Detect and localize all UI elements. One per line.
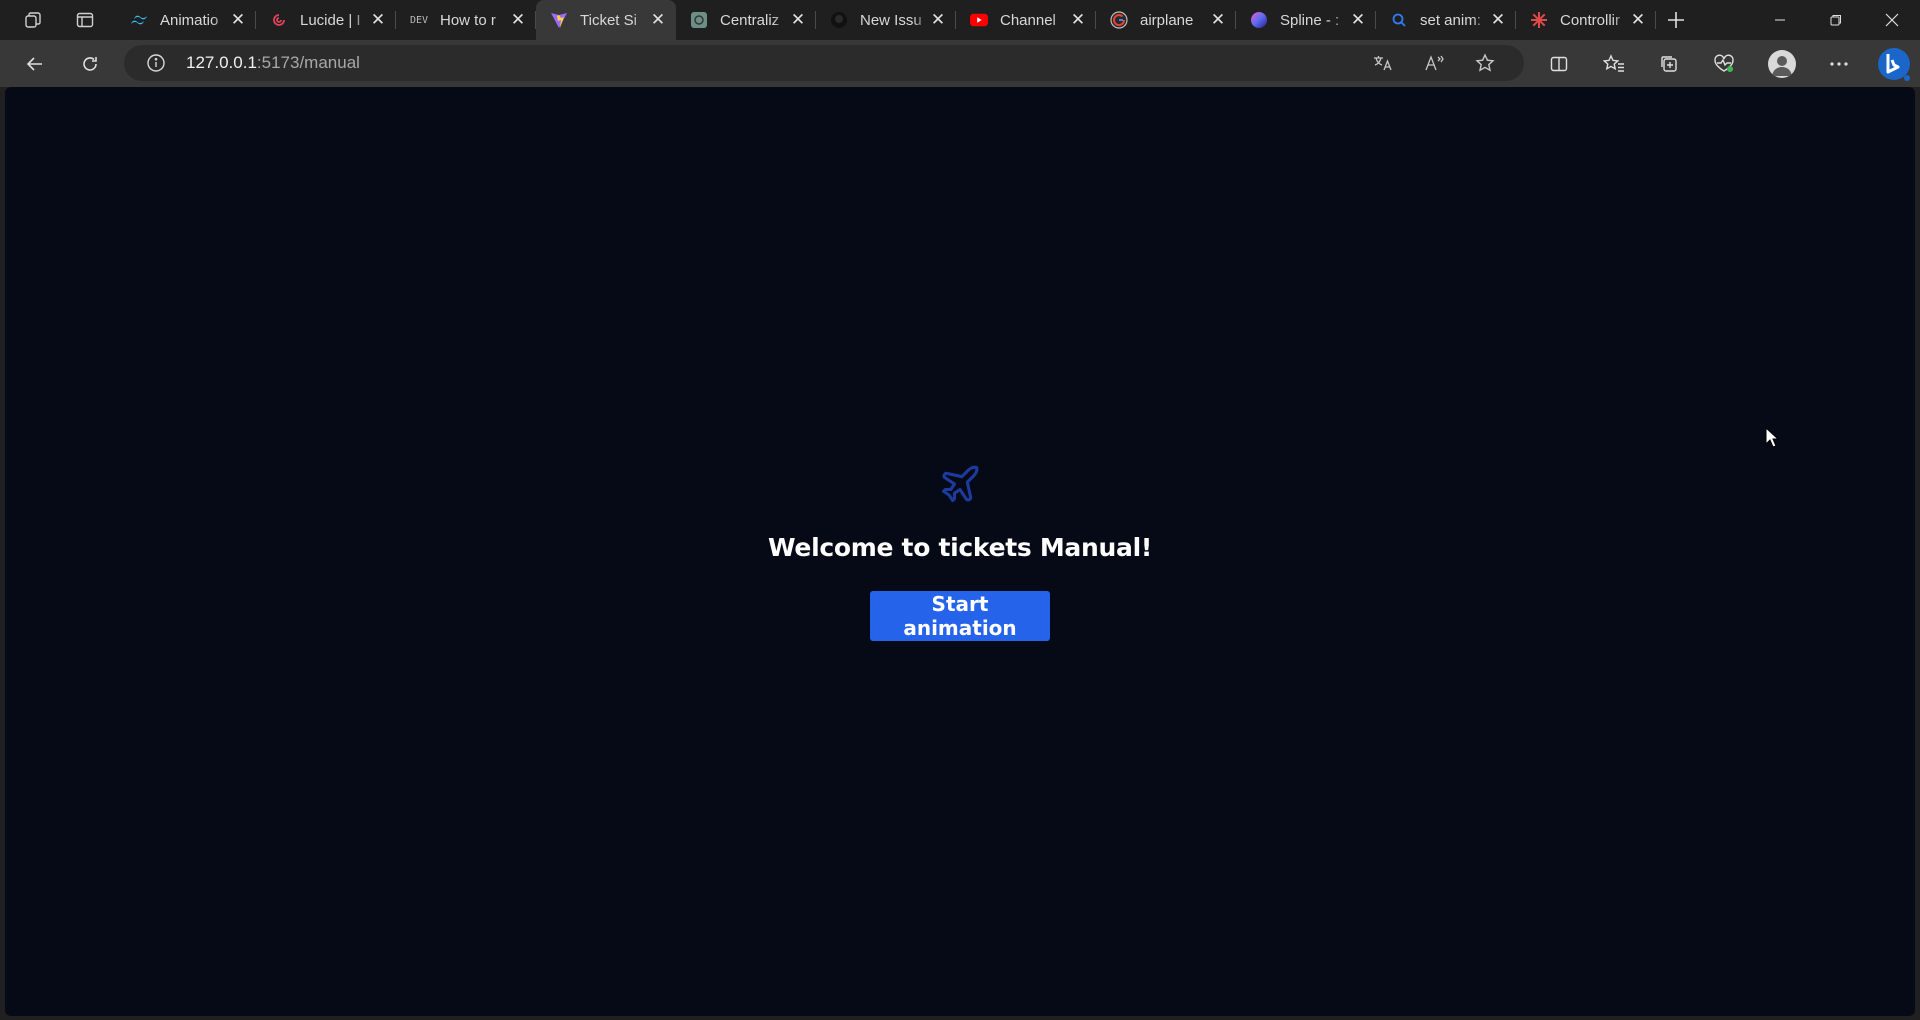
tab-dev[interactable]: DEV How to r ✕ — [396, 0, 536, 40]
tab-title: Controllir — [1560, 11, 1621, 29]
tab-title: set anim: — [1420, 11, 1481, 29]
read-aloud-icon[interactable] — [1419, 49, 1449, 77]
page-title: Welcome to tickets Manual! — [768, 533, 1152, 562]
url-text[interactable]: 127.0.0.1:5173/manual — [186, 53, 360, 73]
bing-copilot-icon[interactable] — [1874, 44, 1914, 84]
tab-list: Animatio ✕ Lucide | I ✕ DEV How to r ✕ T… — [116, 0, 1656, 40]
url-host: 127.0.0.1 — [186, 53, 257, 72]
tab-title: airplane — [1140, 11, 1194, 29]
browser-toolbar: 127.0.0.1:5173/manual — [0, 40, 1920, 87]
close-tab-icon[interactable]: ✕ — [370, 10, 386, 30]
close-tab-icon[interactable]: ✕ — [790, 10, 806, 30]
split-screen-icon[interactable] — [1541, 47, 1577, 81]
browser-tab-strip: Animatio ✕ Lucide | I ✕ DEV How to r ✕ T… — [0, 0, 1920, 40]
url-path: :5173/manual — [256, 53, 360, 72]
browser-essentials-icon[interactable] — [1706, 47, 1742, 81]
close-tab-icon[interactable]: ✕ — [650, 10, 666, 30]
vite-icon — [550, 11, 568, 29]
profile-avatar[interactable] — [1768, 50, 1796, 78]
tab-animation[interactable]: Animatio ✕ — [116, 0, 256, 40]
favorite-star-icon[interactable] — [1470, 49, 1500, 77]
close-window-icon[interactable] — [1864, 0, 1920, 40]
dev-icon: DEV — [409, 14, 429, 26]
restore-icon[interactable] — [1808, 0, 1864, 40]
openai-icon — [690, 11, 708, 29]
close-tab-icon[interactable]: ✕ — [1070, 10, 1086, 30]
google-icon — [1110, 11, 1128, 29]
translate-icon[interactable] — [1368, 49, 1398, 77]
close-tab-icon[interactable]: ✕ — [1630, 10, 1646, 30]
asterisk-icon — [1530, 11, 1548, 29]
tab-controlling[interactable]: Controllir ✕ — [1516, 0, 1656, 40]
back-arrow-icon[interactable] — [17, 47, 53, 81]
tab-title: Centraliz — [720, 11, 780, 29]
tab-channel[interactable]: Channel ✕ — [956, 0, 1096, 40]
tab-ticket-simulator[interactable]: Ticket Si ✕ — [536, 0, 676, 40]
welcome-screen: Welcome to tickets Manual! Start animati… — [5, 87, 1915, 1016]
favorites-icon[interactable] — [1596, 47, 1632, 81]
tailwind-icon — [130, 11, 148, 29]
youtube-icon — [970, 11, 988, 29]
close-tab-icon[interactable]: ✕ — [930, 10, 946, 30]
tab-centraliz[interactable]: Centraliz ✕ — [676, 0, 816, 40]
tab-airplane[interactable]: airplane ✕ — [1096, 0, 1236, 40]
tab-title: Spline - : — [1280, 11, 1340, 29]
minimize-icon[interactable] — [1752, 0, 1808, 40]
close-tab-icon[interactable]: ✕ — [1490, 10, 1506, 30]
new-tab-button[interactable] — [1660, 6, 1692, 34]
close-tab-icon[interactable]: ✕ — [1210, 10, 1226, 30]
tab-actions-icon[interactable] — [70, 6, 100, 34]
start-animation-button[interactable]: Start animation — [870, 591, 1050, 641]
tab-title: How to r — [440, 11, 496, 29]
github-icon — [830, 11, 848, 29]
close-tab-icon[interactable]: ✕ — [1350, 10, 1366, 30]
tab-title: Channel — [1000, 11, 1056, 29]
spline-icon — [1250, 11, 1268, 29]
page-viewport: Welcome to tickets Manual! Start animati… — [5, 87, 1915, 1016]
site-info-icon[interactable] — [146, 53, 166, 78]
window-controls — [1752, 0, 1920, 40]
tab-spline[interactable]: Spline - : ✕ — [1236, 0, 1376, 40]
address-bar[interactable]: 127.0.0.1:5173/manual — [124, 45, 1524, 81]
more-options-icon[interactable] — [1821, 47, 1857, 81]
tab-lucide[interactable]: Lucide | I ✕ — [256, 0, 396, 40]
tab-title: Lucide | I — [300, 11, 361, 29]
plane-icon — [941, 465, 979, 503]
close-tab-icon[interactable]: ✕ — [230, 10, 246, 30]
mouse-cursor-icon — [1765, 427, 1779, 448]
search-icon — [1390, 11, 1408, 29]
tab-title: New Issu — [860, 11, 922, 29]
lucide-icon — [270, 11, 288, 29]
refresh-icon[interactable] — [72, 47, 108, 81]
tab-set-animation[interactable]: set anim: ✕ — [1376, 0, 1516, 40]
tab-new-issue[interactable]: New Issu ✕ — [816, 0, 956, 40]
collections-icon[interactable] — [1651, 47, 1687, 81]
tab-title: Animatio — [160, 11, 219, 29]
tab-title: Ticket Si — [580, 11, 637, 29]
workspaces-icon[interactable] — [18, 6, 48, 34]
close-tab-icon[interactable]: ✕ — [510, 10, 526, 30]
